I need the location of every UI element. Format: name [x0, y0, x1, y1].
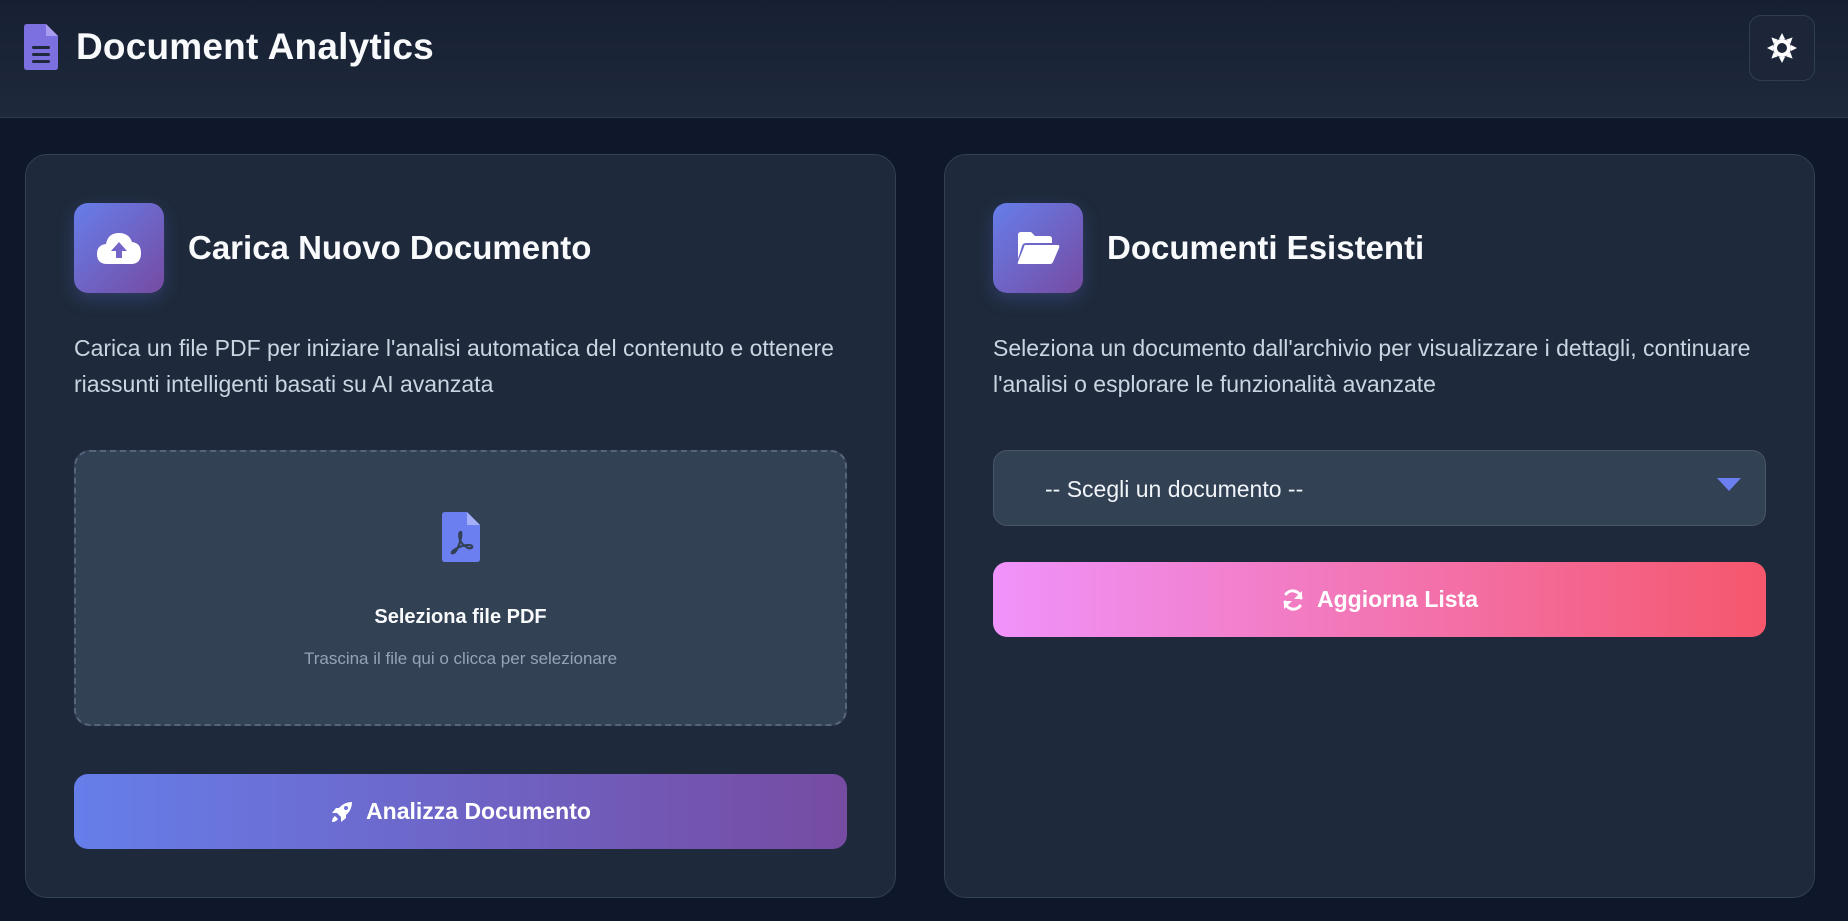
existing-card-title: Documenti Esistenti: [1107, 229, 1425, 266]
upload-card-description: Carica un file PDF per iniziare l'analis…: [74, 335, 834, 397]
existing-documents-card: Documenti Esistenti Seleziona un documen…: [944, 154, 1815, 898]
brand: Document Analytics: [24, 22, 434, 72]
cloud-upload-icon: [74, 203, 164, 293]
app-header: Document Analytics: [0, 0, 1848, 118]
chevron-down-icon: [1717, 478, 1741, 491]
drop-zone-subtitle: Trascina il file qui o clicca per selezi…: [303, 649, 618, 668]
analyze-button-label: Analizza Documento: [366, 798, 591, 824]
app-title: Document Analytics: [76, 26, 434, 67]
existing-card-header: Documenti Esistenti: [993, 203, 1424, 293]
drop-zone-title: Seleziona file PDF: [374, 606, 547, 628]
existing-card-description: Seleziona un documento dall'archivio per…: [993, 335, 1751, 397]
refresh-button-label: Aggiorna Lista: [1316, 586, 1478, 612]
refresh-icon: [1283, 588, 1303, 611]
upload-card-header: Carica Nuovo Documento: [74, 203, 591, 293]
analyze-document-button[interactable]: Analizza Documento: [74, 774, 847, 849]
refresh-list-button[interactable]: Aggiorna Lista: [993, 562, 1766, 637]
upload-card: Carica Nuovo Documento Carica un file PD…: [25, 154, 896, 898]
sun-icon: [1767, 33, 1797, 63]
theme-toggle-button[interactable]: [1749, 15, 1815, 81]
folder-open-icon: [993, 203, 1083, 293]
document-select-value: -- Scegli un documento --: [1045, 476, 1304, 502]
file-lines-icon: [24, 24, 58, 70]
pdf-drop-zone[interactable]: Seleziona file PDF Trascina il file qui …: [74, 450, 847, 726]
document-select[interactable]: -- Scegli un documento --: [993, 450, 1766, 526]
rocket-icon: [332, 801, 353, 822]
upload-card-title: Carica Nuovo Documento: [188, 229, 592, 266]
file-pdf-icon: [442, 512, 480, 562]
